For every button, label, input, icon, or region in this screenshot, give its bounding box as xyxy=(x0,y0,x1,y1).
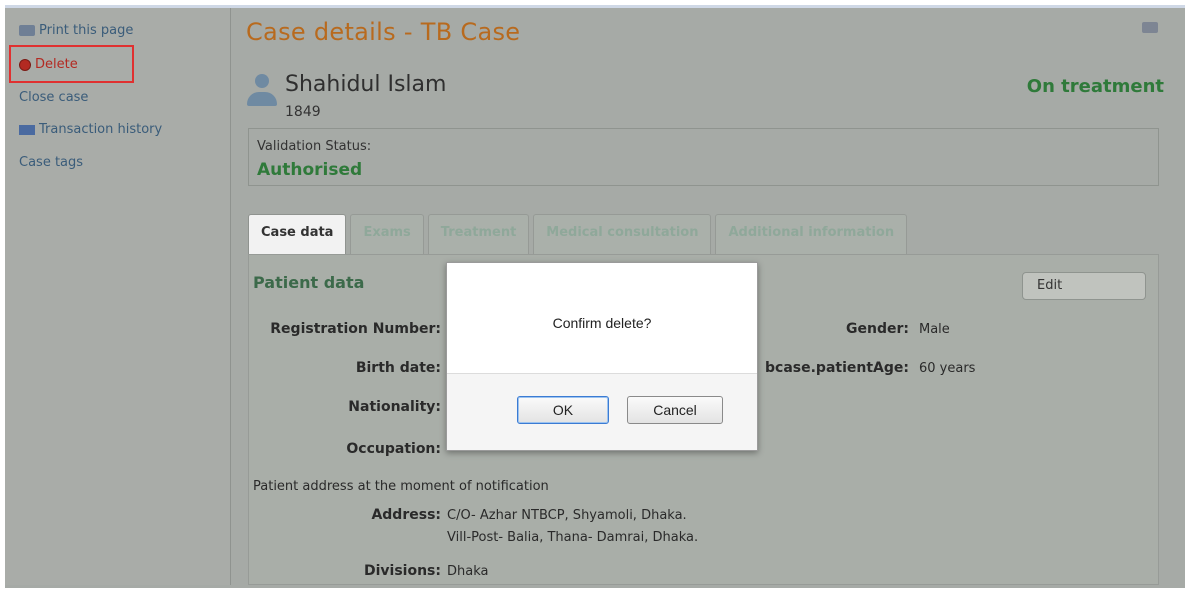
registration-number-label: Registration Number: xyxy=(270,321,441,337)
page-title: Case details - TB Case xyxy=(246,18,521,46)
ok-button[interactable]: OK xyxy=(517,396,609,424)
dialog-message: Confirm delete? xyxy=(552,315,652,331)
printer-icon[interactable] xyxy=(1142,22,1158,33)
history-icon xyxy=(19,124,35,135)
cancel-button[interactable]: Cancel xyxy=(627,396,723,424)
address-line-2: Vill-Post- Balia, Thana- Damrai, Dhaka. xyxy=(447,530,699,545)
sidebar-item-print[interactable]: Print this page xyxy=(19,23,133,38)
tab-case-data[interactable]: Case data xyxy=(248,214,347,254)
tab-treatment[interactable]: Treatment xyxy=(427,214,530,254)
sidebar-item-label: Print this page xyxy=(39,23,134,38)
case-status: On treatment xyxy=(1026,76,1164,97)
sidebar-item-close-case[interactable]: Close case xyxy=(19,90,88,105)
gender-value: Male xyxy=(919,322,950,337)
section-title: Patient data xyxy=(253,273,365,292)
sidebar-item-label: Close case xyxy=(19,90,89,105)
divisions-value: Dhaka xyxy=(447,564,489,579)
validation-label: Validation Status: xyxy=(257,139,372,154)
sidebar-item-label: Delete xyxy=(35,57,78,72)
tab-exams[interactable]: Exams xyxy=(350,214,424,254)
validation-value: Authorised xyxy=(257,160,363,180)
tab-bar: Case data Exams Treatment Medical consul… xyxy=(248,214,908,254)
address-label: Address: xyxy=(371,507,441,523)
tab-medical-consultation[interactable]: Medical consultation xyxy=(533,214,712,254)
dialog-divider xyxy=(447,373,757,374)
validation-status-box: Validation Status: Authorised xyxy=(248,128,1159,186)
nationality-label: Nationality: xyxy=(348,399,441,415)
gender-label: Gender: xyxy=(846,321,909,337)
sidebar-item-transaction-history[interactable]: Transaction history xyxy=(19,122,162,137)
sidebar-item-case-tags[interactable]: Case tags xyxy=(19,155,83,170)
edit-button[interactable]: Edit xyxy=(1022,272,1146,300)
address-line-1: C/O- Azhar NTBCP, Shyamoli, Dhaka. xyxy=(447,508,687,523)
patient-id: 1849 xyxy=(285,104,321,120)
sidebar: Print this page Delete Close case Transa… xyxy=(5,8,231,585)
printer-icon xyxy=(19,25,35,36)
sidebar-item-delete[interactable]: Delete xyxy=(19,57,78,72)
patient-avatar-icon xyxy=(247,74,277,114)
delete-icon xyxy=(19,58,31,71)
sidebar-item-label: Transaction history xyxy=(39,122,163,137)
address-note: Patient address at the moment of notific… xyxy=(253,479,549,494)
patient-age-value: 60 years xyxy=(919,361,976,376)
confirm-delete-dialog: Confirm delete? OK Cancel xyxy=(446,262,758,451)
divisions-label: Divisions: xyxy=(364,563,441,579)
patient-name: Shahidul Islam xyxy=(285,72,447,97)
sidebar-item-label: Case tags xyxy=(19,155,84,170)
tab-additional-information[interactable]: Additional information xyxy=(715,214,908,254)
occupation-label: Occupation: xyxy=(346,441,441,457)
birth-date-label: Birth date: xyxy=(355,360,441,376)
